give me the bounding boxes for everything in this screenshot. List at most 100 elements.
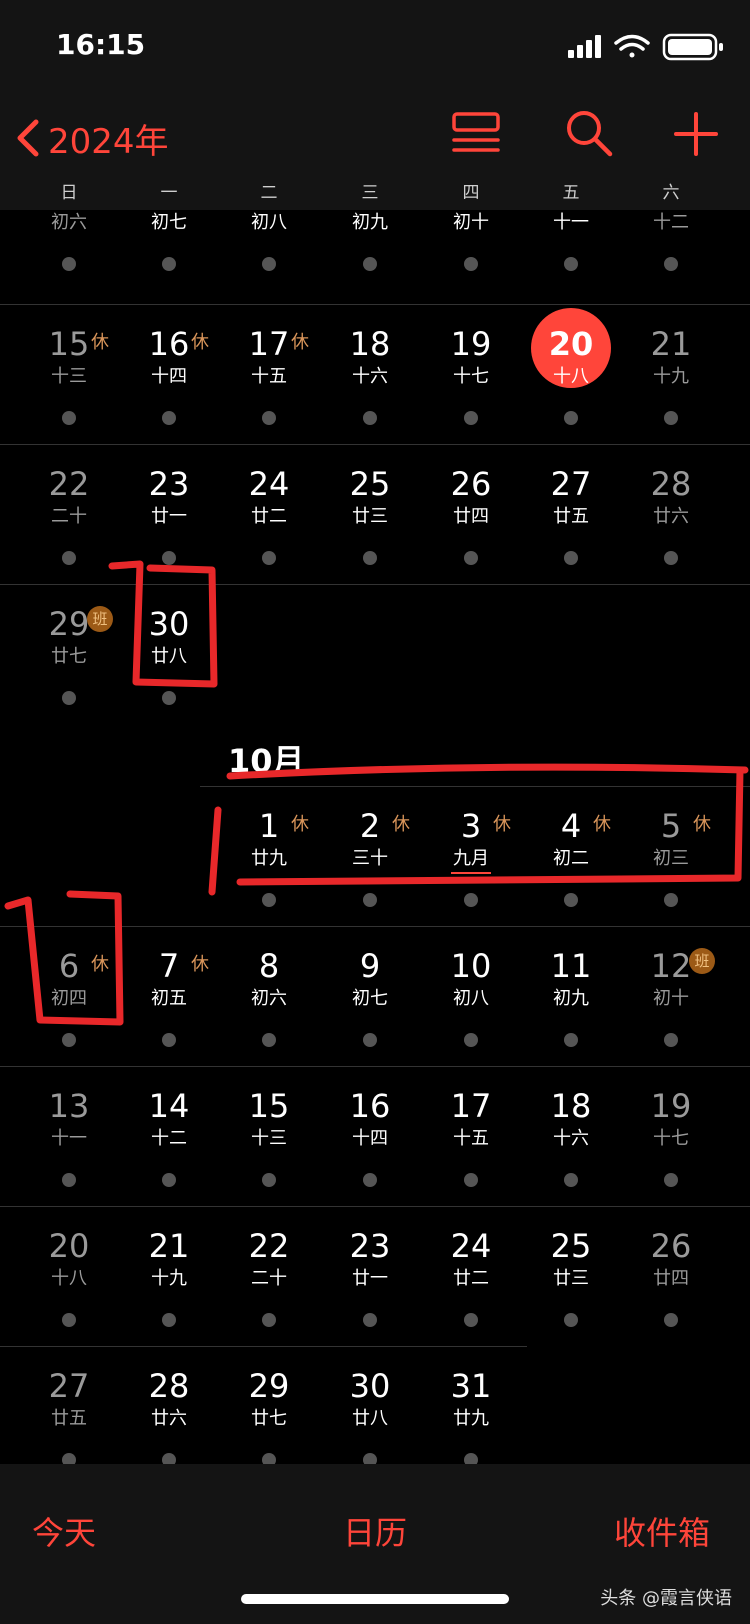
calendar-day[interactable]: 24 廿二	[421, 1226, 521, 1346]
calendar-day[interactable]: 15 十三	[219, 1086, 319, 1206]
list-view-icon[interactable]	[446, 104, 506, 164]
calendar-day[interactable]: 6 初四休	[19, 946, 119, 1066]
calendar-day[interactable]: 14 十二	[119, 1086, 219, 1206]
lunar-date: 廿八	[352, 1408, 388, 1429]
calendar-day[interactable]: 8 初六	[219, 946, 319, 1066]
week-divider	[0, 444, 750, 445]
calendar-day-partial[interactable]: 初七	[119, 170, 219, 290]
lunar-date: 十六	[352, 366, 388, 387]
lunar-date: 十九	[151, 1268, 187, 1289]
today-button[interactable]: 今天	[32, 1508, 96, 1554]
calendar-day[interactable]: 18 十六	[521, 1086, 621, 1206]
lunar-date: 十一	[553, 212, 589, 233]
calendar-day[interactable]: 1 廿九休	[219, 806, 319, 926]
calendar-day[interactable]: 26 廿四	[621, 1226, 721, 1346]
calendar-day[interactable]: 21 十九	[621, 324, 721, 444]
day-number: 18	[349, 325, 391, 363]
event-dot	[464, 411, 478, 425]
lunar-date: 廿三	[553, 1268, 589, 1289]
event-dot	[363, 893, 377, 907]
calendar-day-partial[interactable]: 初六	[19, 170, 119, 290]
day-number: 20	[548, 325, 594, 363]
back-to-year-button[interactable]: 2024年	[14, 108, 169, 168]
calendar-day[interactable]: 30 廿八	[119, 604, 219, 724]
calendar-day[interactable]: 20 十八	[19, 1226, 119, 1346]
day-number: 10	[450, 947, 492, 985]
calendar-day[interactable]: 16 十四休	[119, 324, 219, 444]
holiday-badge: 休	[191, 954, 209, 975]
calendar-day[interactable]: 27 廿五	[521, 464, 621, 584]
calendar-day[interactable]: 7 初五休	[119, 946, 219, 1066]
calendar-day-partial[interactable]: 十二	[621, 170, 721, 290]
event-dot	[262, 257, 276, 271]
chevron-left-icon	[17, 119, 39, 157]
calendar-day-partial[interactable]: 初九	[320, 170, 420, 290]
lunar-date: 十四	[352, 1128, 388, 1149]
calendar-day-partial[interactable]: 初八	[219, 170, 319, 290]
calendar-day[interactable]: 17 十五休	[219, 324, 319, 444]
lunar-date: 九月	[453, 848, 489, 869]
calendar-day[interactable]: 25 廿三	[521, 1226, 621, 1346]
event-dot	[664, 1313, 678, 1327]
calendar-day[interactable]: 26 廿四	[421, 464, 521, 584]
lunar-date: 初六	[51, 212, 87, 233]
calendar-day[interactable]: 29 廿七班	[19, 604, 119, 724]
calendar-day[interactable]: 5 初三休	[621, 806, 721, 926]
event-dot	[62, 257, 76, 271]
calendars-button[interactable]: 日历	[343, 1508, 407, 1554]
home-indicator[interactable]	[241, 1594, 509, 1604]
calendar-day[interactable]: 19 十七	[421, 324, 521, 444]
annotation-underline-october-title	[226, 763, 749, 780]
calendar-day[interactable]: 18 十六	[320, 324, 420, 444]
event-dot	[363, 1313, 377, 1327]
calendar-day-today[interactable]: 20 十八	[521, 308, 621, 444]
calendar-day[interactable]: 10 初八	[421, 946, 521, 1066]
calendar-day[interactable]: 28 廿六	[621, 464, 721, 584]
event-dot	[62, 551, 76, 565]
calendar-day[interactable]: 9 初七	[320, 946, 420, 1066]
calendar-day[interactable]: 23 廿一	[320, 1226, 420, 1346]
event-dot	[62, 411, 76, 425]
back-label: 2024年	[48, 121, 169, 162]
calendar-day[interactable]: 23 廿一	[119, 464, 219, 584]
day-number: 27	[550, 465, 592, 503]
event-dot	[564, 1313, 578, 1327]
workday-badge: 班	[87, 606, 113, 632]
search-icon[interactable]	[560, 104, 620, 164]
day-number: 26	[450, 465, 492, 503]
calendar-day[interactable]: 4 初二休	[521, 806, 621, 926]
calendar-day[interactable]: 21 十九	[119, 1226, 219, 1346]
add-event-icon[interactable]	[666, 104, 726, 164]
holiday-badge: 休	[91, 332, 109, 353]
calendar-day[interactable]: 25 廿三	[320, 464, 420, 584]
holiday-badge: 休	[91, 954, 109, 975]
day-number: 19	[450, 325, 492, 363]
week-divider	[0, 584, 750, 585]
week-divider	[0, 1066, 750, 1067]
event-dot	[664, 1173, 678, 1187]
calendar-day[interactable]: 22 二十	[219, 1226, 319, 1346]
day-number: 17	[450, 1087, 492, 1125]
calendar-day[interactable]: 16 十四	[320, 1086, 420, 1206]
lunar-date: 初二	[553, 848, 589, 869]
calendar-day[interactable]: 13 十一	[19, 1086, 119, 1206]
calendar-day[interactable]: 17 十五	[421, 1086, 521, 1206]
event-dot	[564, 257, 578, 271]
event-dot	[262, 1033, 276, 1047]
calendar-day[interactable]: 19 十七	[621, 1086, 721, 1206]
calendar-day[interactable]: 11 初九	[521, 946, 621, 1066]
calendar-day[interactable]: 3 九月休	[421, 806, 521, 926]
event-dot	[262, 893, 276, 907]
calendar-day[interactable]: 24 廿二	[219, 464, 319, 584]
calendar-day[interactable]: 12 初十班	[621, 946, 721, 1066]
day-number: 9	[359, 947, 381, 985]
calendar-day[interactable]: 15 十三休	[19, 324, 119, 444]
calendar-day[interactable]: 2 三十休	[320, 806, 420, 926]
calendar-day[interactable]: 22 二十	[19, 464, 119, 584]
inbox-button[interactable]: 收件箱	[614, 1508, 710, 1554]
lunar-date: 廿五	[51, 1408, 87, 1429]
lunar-date: 十八	[51, 1268, 87, 1289]
calendar-day-partial[interactable]: 十一	[521, 170, 621, 290]
lunar-date: 十九	[653, 366, 689, 387]
calendar-day-partial[interactable]: 初十	[421, 170, 521, 290]
